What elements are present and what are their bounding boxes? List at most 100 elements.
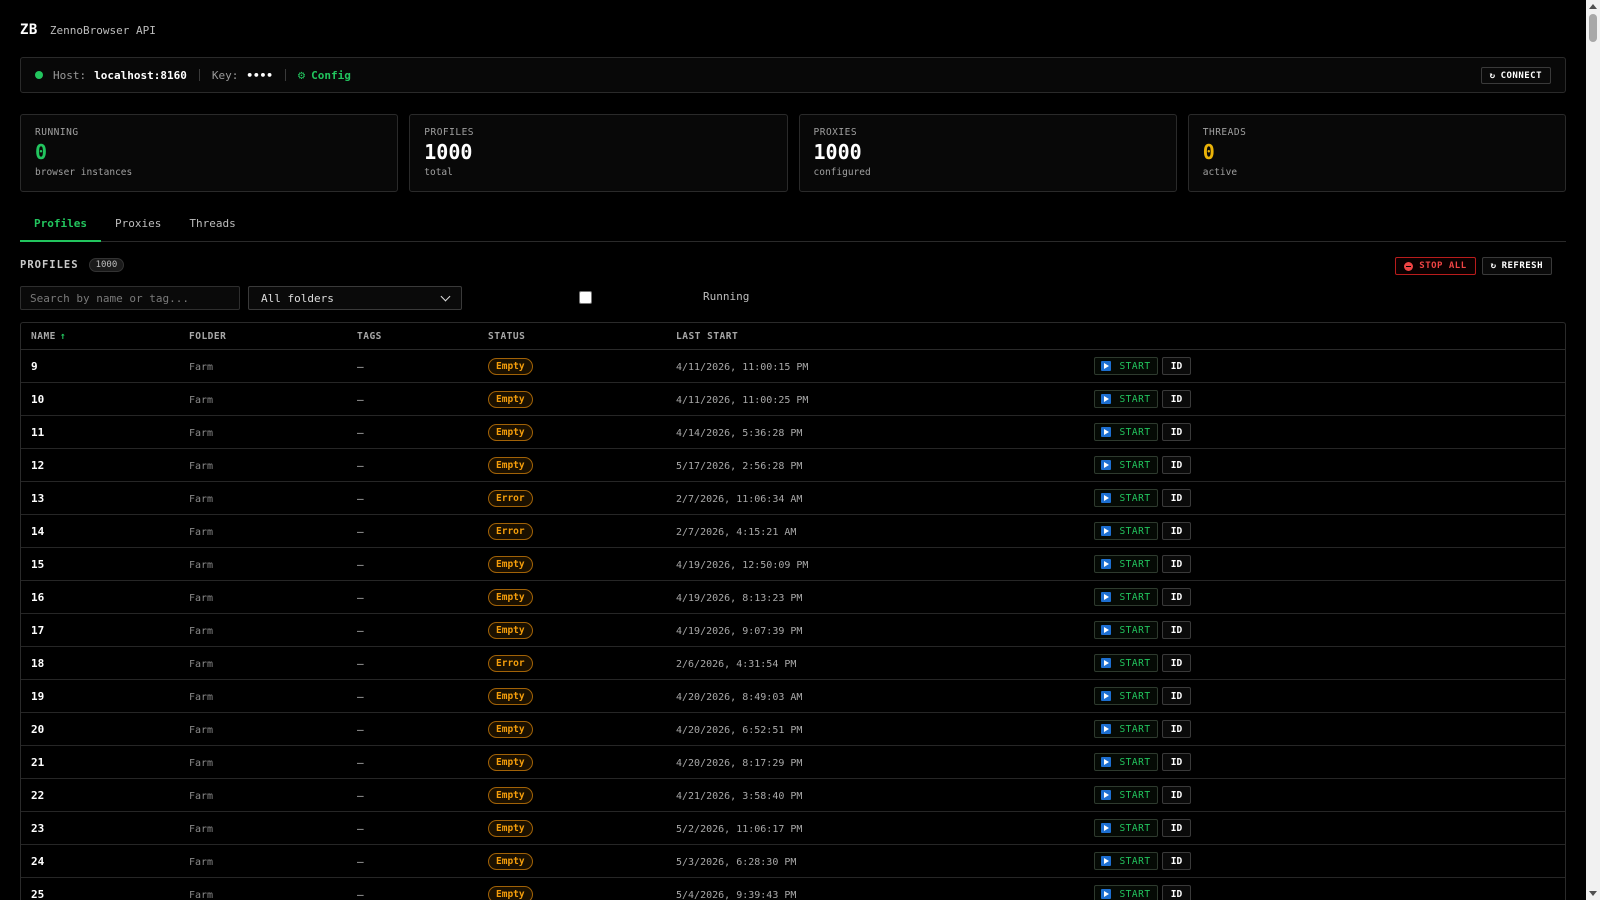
connect-button[interactable]: ↻ CONNECT: [1480, 67, 1551, 84]
start-button[interactable]: START: [1094, 885, 1158, 900]
scroll-up-icon[interactable]: [1589, 4, 1597, 9]
id-button[interactable]: ID: [1162, 456, 1191, 474]
column-header-last-start[interactable]: LAST START: [676, 331, 1094, 342]
start-button[interactable]: START: [1094, 522, 1158, 540]
profile-tags: —: [357, 788, 364, 802]
id-button[interactable]: ID: [1162, 423, 1191, 441]
table-row[interactable]: 16 Farm — Empty 4/19/2026, 8:13:23 PM START ID: [21, 581, 1565, 614]
table-row[interactable]: 23 Farm — Empty 5/2/2026, 11:06:17 PM START ID: [21, 812, 1565, 845]
start-button[interactable]: START: [1094, 687, 1158, 705]
start-button-label: START: [1119, 558, 1151, 570]
column-header-name[interactable]: NAME ↑: [21, 331, 189, 342]
stat-label: THREADS: [1202, 127, 1247, 138]
connection-status-icon: [35, 71, 43, 79]
start-button[interactable]: START: [1094, 555, 1158, 573]
profile-folder: Farm: [189, 361, 214, 373]
start-button[interactable]: START: [1094, 390, 1158, 408]
start-button[interactable]: START: [1094, 852, 1158, 870]
table-row[interactable]: 10 Farm — Empty 4/11/2026, 11:00:25 PM START I…: [21, 383, 1565, 416]
table-row[interactable]: 21 Farm — Empty 4/20/2026, 8:17:29 PM START ID: [21, 746, 1565, 779]
tab-threads[interactable]: Threads: [175, 214, 249, 242]
id-button[interactable]: ID: [1162, 885, 1191, 900]
play-icon: [1101, 559, 1112, 569]
start-button[interactable]: START: [1094, 654, 1158, 672]
profile-last-start: 4/21/2026, 3:58:40 PM: [676, 790, 803, 802]
id-button[interactable]: ID: [1162, 390, 1191, 408]
tab-proxies[interactable]: Proxies: [101, 214, 175, 242]
stat-value: 1000: [424, 140, 473, 164]
id-button[interactable]: ID: [1162, 588, 1191, 606]
start-button-label: START: [1119, 393, 1151, 405]
profile-last-start: 5/17/2026, 2:56:28 PM: [676, 460, 803, 472]
table-row[interactable]: 19 Farm — Empty 4/20/2026, 8:49:03 AM START ID: [21, 680, 1565, 713]
start-button[interactable]: START: [1094, 456, 1158, 474]
profile-name: 22: [31, 788, 45, 802]
id-button[interactable]: ID: [1162, 489, 1191, 507]
refresh-button[interactable]: ↻ REFRESH: [1481, 257, 1552, 275]
table-row[interactable]: 15 Farm — Empty 4/19/2026, 12:50:09 PM START I…: [21, 548, 1565, 581]
table-row[interactable]: 22 Farm — Empty 4/21/2026, 3:58:40 PM START ID: [21, 779, 1565, 812]
scrollbar-thumb[interactable]: [1589, 14, 1597, 42]
table-row[interactable]: 25 Farm — Empty 5/4/2026, 9:39:43 PM START ID: [21, 878, 1565, 900]
column-header-status[interactable]: STATUS: [488, 331, 676, 342]
table-row[interactable]: 24 Farm — Empty 5/3/2026, 6:28:30 PM START ID: [21, 845, 1565, 878]
id-button[interactable]: ID: [1162, 819, 1191, 837]
profile-folder: Farm: [189, 889, 214, 900]
id-button[interactable]: ID: [1162, 357, 1191, 375]
start-button[interactable]: START: [1094, 489, 1158, 507]
table-row[interactable]: 13 Farm — Error 2/7/2026, 11:06:34 AM START ID: [21, 482, 1565, 515]
running-checkbox[interactable]: [579, 291, 592, 304]
id-button[interactable]: ID: [1162, 621, 1191, 639]
id-button[interactable]: ID: [1162, 654, 1191, 672]
start-button-label: START: [1119, 789, 1151, 801]
profiles-table: NAME ↑ FOLDER TAGS STATUS LAST START 9 Far…: [20, 322, 1566, 900]
vertical-scrollbar[interactable]: [1586, 0, 1600, 900]
id-button[interactable]: ID: [1162, 786, 1191, 804]
search-input[interactable]: [20, 286, 240, 310]
start-button[interactable]: START: [1094, 819, 1158, 837]
table-row[interactable]: 12 Farm — Empty 5/17/2026, 2:56:28 PM START ID: [21, 449, 1565, 482]
id-button[interactable]: ID: [1162, 522, 1191, 540]
start-button[interactable]: START: [1094, 588, 1158, 606]
id-button[interactable]: ID: [1162, 720, 1191, 738]
play-icon: [1101, 658, 1112, 668]
id-button[interactable]: ID: [1162, 687, 1191, 705]
stat-label: PROFILES: [424, 127, 475, 138]
stop-all-label: STOP ALL: [1419, 261, 1467, 271]
table-row[interactable]: 9 Farm — Empty 4/11/2026, 11:00:15 PM START ID: [21, 350, 1565, 383]
table-row[interactable]: 11 Farm — Empty 4/14/2026, 5:36:28 PM START ID: [21, 416, 1565, 449]
table-row[interactable]: 20 Farm — Empty 4/20/2026, 6:52:51 PM START ID: [21, 713, 1565, 746]
config-link[interactable]: Config: [311, 69, 351, 82]
table-row[interactable]: 17 Farm — Empty 4/19/2026, 9:07:39 PM START ID: [21, 614, 1565, 647]
start-button[interactable]: START: [1094, 786, 1158, 804]
tab-profiles[interactable]: Profiles: [20, 214, 101, 242]
table-row[interactable]: 18 Farm — Error 2/6/2026, 4:31:54 PM START ID: [21, 647, 1565, 680]
column-header-tags[interactable]: TAGS: [357, 331, 488, 342]
stop-icon: [1404, 261, 1414, 271]
start-button[interactable]: START: [1094, 621, 1158, 639]
column-header-folder[interactable]: FOLDER: [189, 331, 357, 342]
folder-select[interactable]: All folders: [248, 286, 462, 310]
start-button-label: START: [1119, 591, 1151, 603]
start-button[interactable]: START: [1094, 720, 1158, 738]
sort-arrow-up-icon: ↑: [59, 330, 67, 342]
start-button-label: START: [1119, 855, 1151, 867]
play-icon: [1101, 460, 1112, 470]
start-button[interactable]: START: [1094, 357, 1158, 375]
stat-card-threads: THREADS 0 active: [1187, 114, 1566, 192]
start-button[interactable]: START: [1094, 423, 1158, 441]
profile-folder: Farm: [189, 724, 214, 736]
play-icon: [1101, 757, 1112, 767]
stop-all-button[interactable]: STOP ALL: [1395, 257, 1476, 275]
profile-tags: —: [357, 524, 364, 538]
profile-tags: —: [357, 755, 364, 769]
scroll-down-icon[interactable]: [1589, 891, 1597, 896]
start-button[interactable]: START: [1094, 753, 1158, 771]
id-button[interactable]: ID: [1162, 555, 1191, 573]
id-button[interactable]: ID: [1162, 753, 1191, 771]
gear-icon[interactable]: ⚙: [298, 68, 305, 82]
profile-folder: Farm: [189, 460, 214, 472]
id-button[interactable]: ID: [1162, 852, 1191, 870]
table-row[interactable]: 14 Farm — Error 2/7/2026, 4:15:21 AM START ID: [21, 515, 1565, 548]
profile-folder: Farm: [189, 625, 214, 637]
